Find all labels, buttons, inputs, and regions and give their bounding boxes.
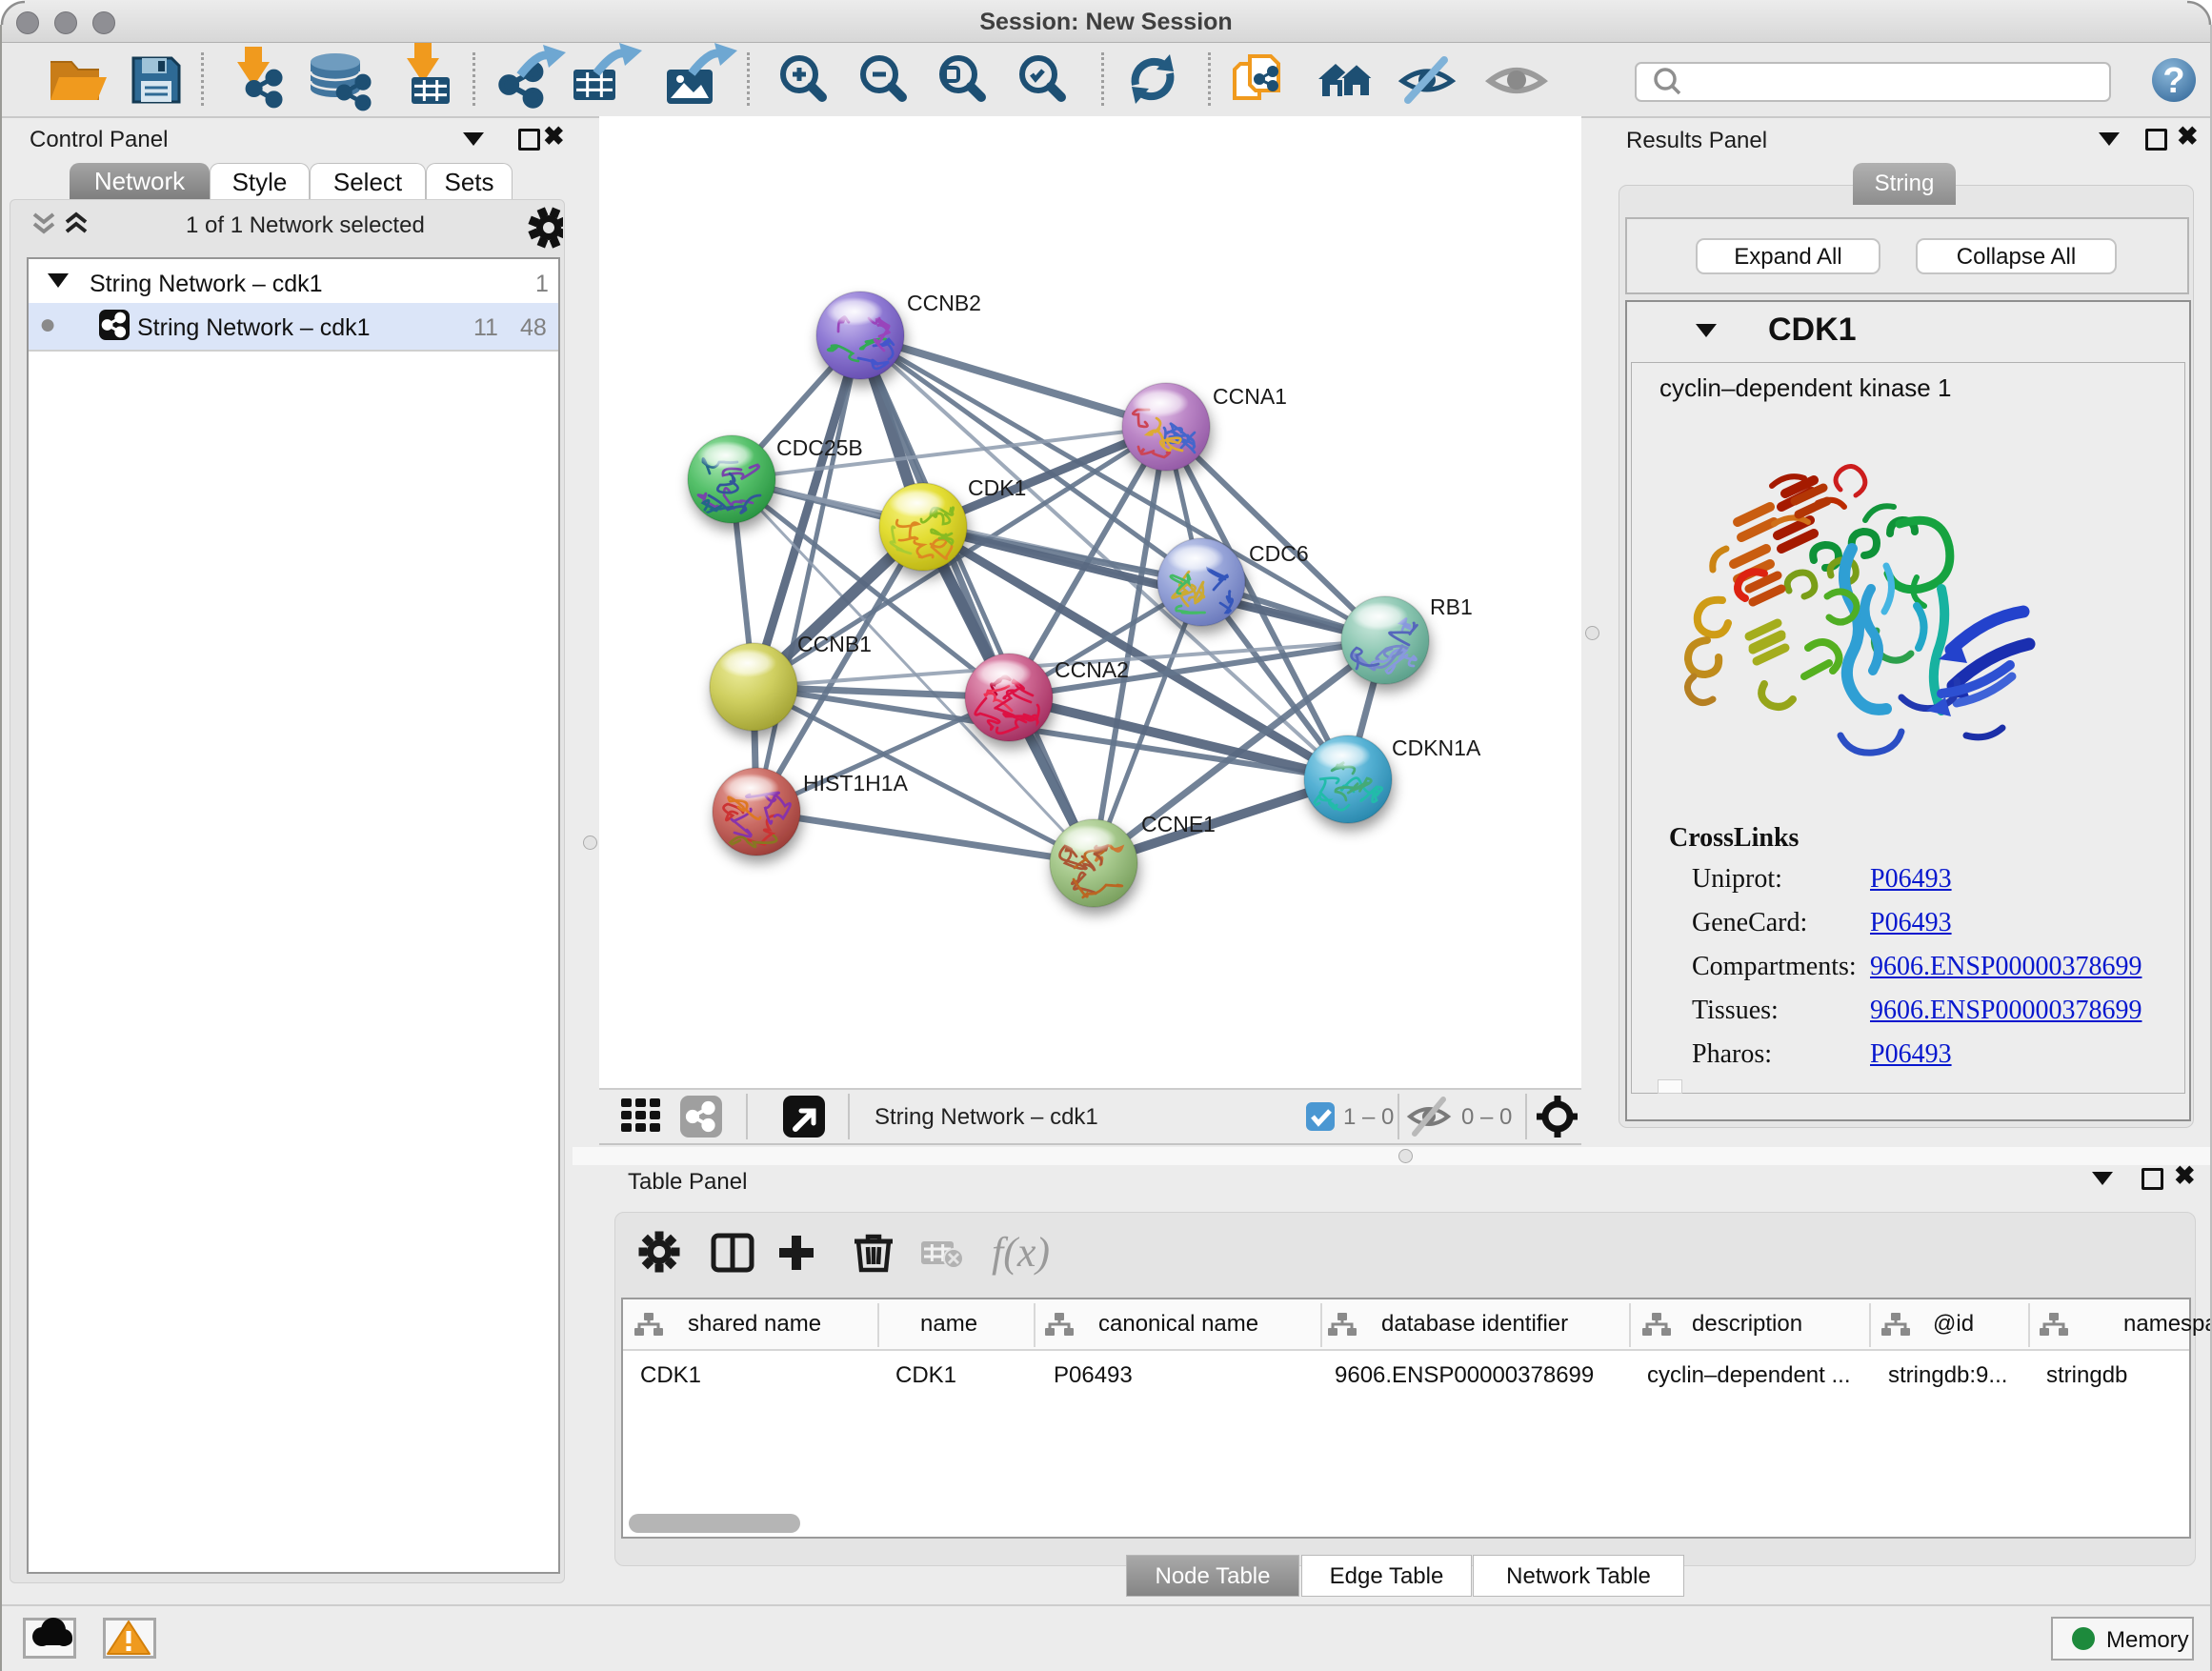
svg-text:HIST1H1A: HIST1H1A xyxy=(803,771,909,795)
svg-text:CCNB2: CCNB2 xyxy=(907,291,981,315)
svg-text:CDKN1A: CDKN1A xyxy=(1392,735,1481,760)
svg-text:CCNB1: CCNB1 xyxy=(797,632,872,656)
svg-text:?: ? xyxy=(2162,61,2184,101)
svg-text:CCNE1: CCNE1 xyxy=(1141,812,1216,836)
svg-text:CCNA2: CCNA2 xyxy=(1055,657,1129,682)
svg-text:CDC25B: CDC25B xyxy=(776,435,863,460)
svg-text:RB1: RB1 xyxy=(1430,594,1473,619)
svg-text:f(x): f(x) xyxy=(992,1229,1050,1276)
svg-text:CDK1: CDK1 xyxy=(968,475,1026,500)
svg-text:CCNA1: CCNA1 xyxy=(1213,384,1287,409)
svg-text:CDC6: CDC6 xyxy=(1249,541,1309,566)
